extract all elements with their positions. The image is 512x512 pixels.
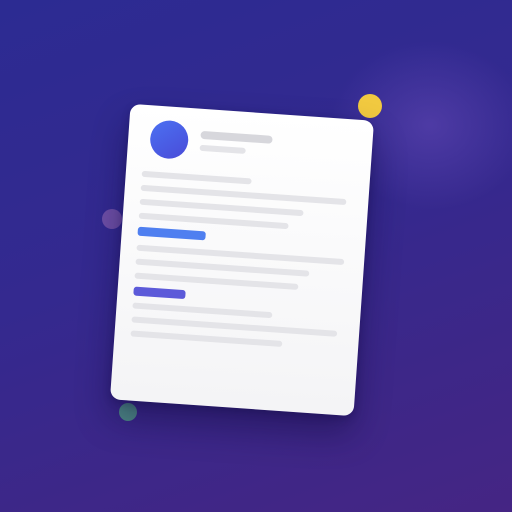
highlight-bar-indigo	[133, 286, 186, 300]
text-placeholder-line	[141, 170, 252, 185]
highlight-bar-blue	[137, 226, 206, 241]
text-placeholder-line	[138, 212, 289, 230]
subtitle-placeholder-line	[199, 144, 246, 154]
avatar	[148, 119, 190, 160]
text-placeholder-line	[130, 330, 283, 348]
document-card	[109, 103, 375, 417]
yellow-dot	[358, 94, 382, 118]
purple-dot	[102, 209, 122, 229]
title-placeholder-line	[200, 130, 273, 144]
illustration-canvas	[0, 0, 512, 512]
teal-dot	[119, 403, 137, 421]
text-placeholder-line	[132, 302, 273, 319]
